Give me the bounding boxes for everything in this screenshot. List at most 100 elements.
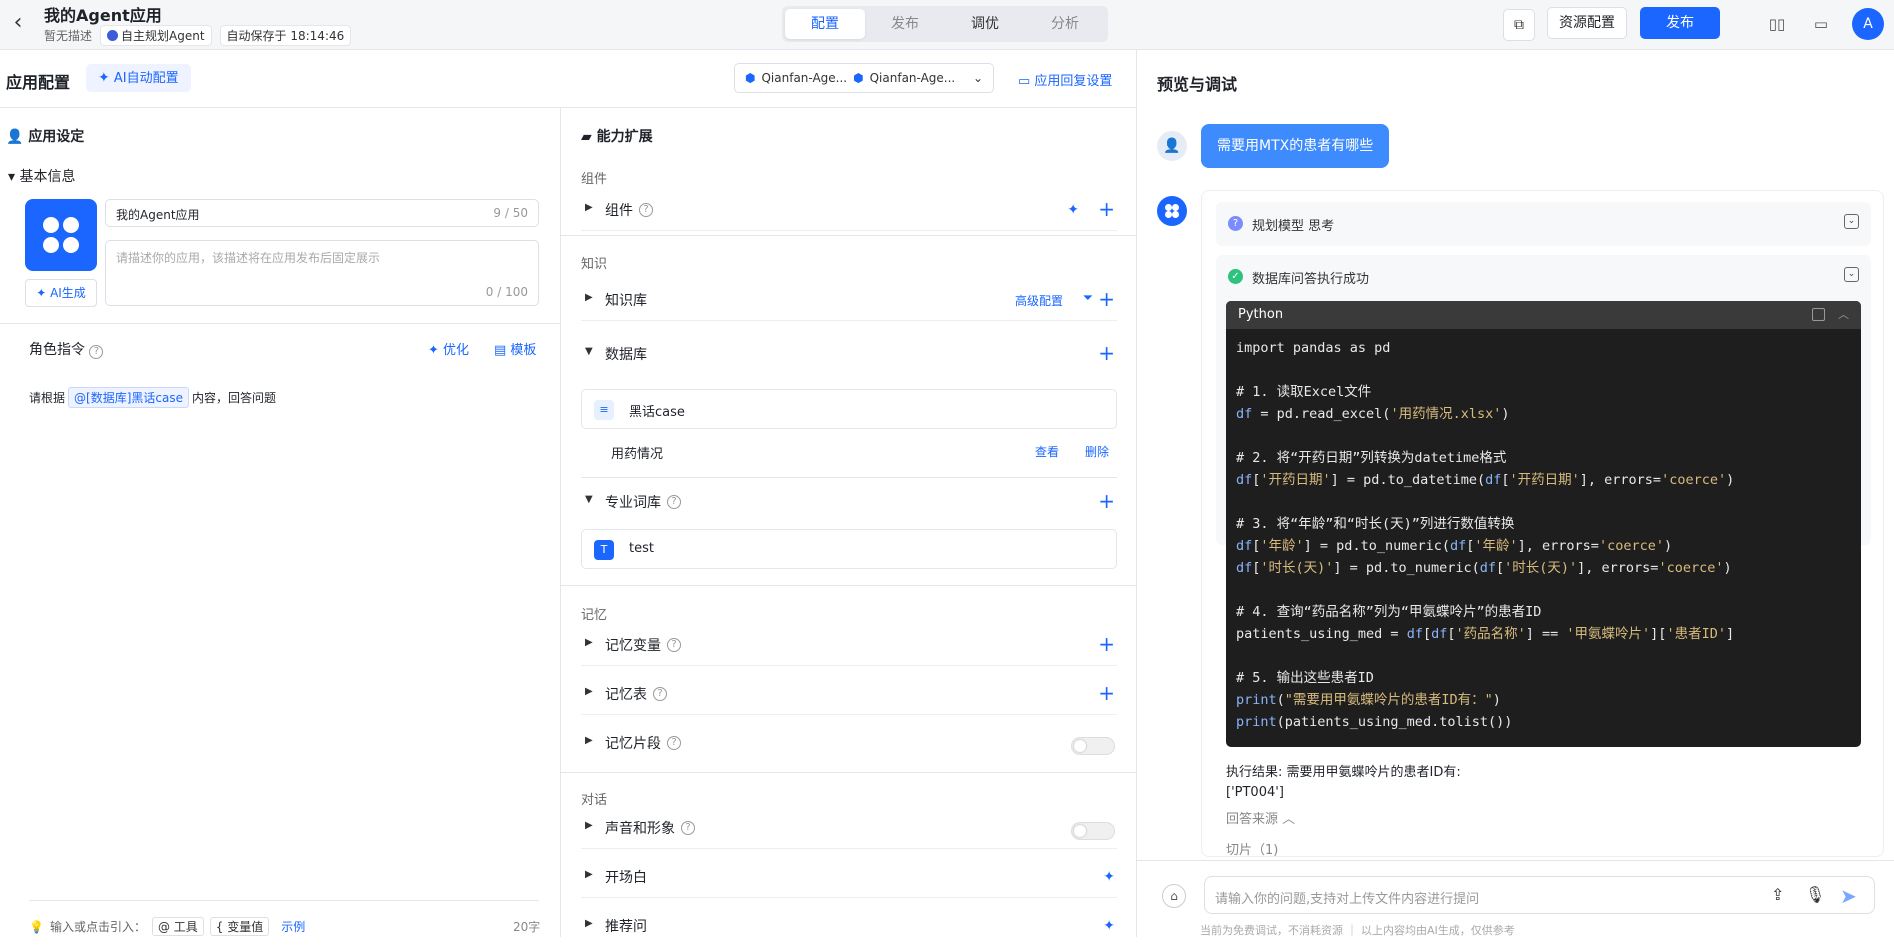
tab-config[interactable]: 配置 xyxy=(785,9,865,39)
role-instruction-editor[interactable]: 请根据 @[数据库]黑话case 内容，回答问题 xyxy=(29,387,276,408)
microphone-icon[interactable]: 🎙 xyxy=(1805,885,1825,904)
sparkle-icon[interactable]: ✦ xyxy=(1067,202,1079,218)
app-description-input[interactable]: 请描述你的应用，该描述将在应用发布后固定展示 0 / 100 xyxy=(105,240,539,306)
collapse-code-icon[interactable]: ︿ xyxy=(1838,301,1849,329)
help-icon[interactable]: ? xyxy=(681,821,695,835)
user-message: 需要用MTX的患者有哪些 xyxy=(1201,124,1390,168)
component-row[interactable]: ▶ 组件? ✦ + xyxy=(581,191,1117,231)
book-icon[interactable]: ▯▯ xyxy=(1767,14,1787,34)
basic-info-toggle[interactable]: ▾ 基本信息 xyxy=(8,166,75,186)
avatar[interactable]: A xyxy=(1852,8,1884,40)
section-divider xyxy=(0,323,560,324)
back-icon[interactable]: ‹ xyxy=(8,12,28,36)
model-select[interactable]: ⬢ Qianfan-Age... ⬢ Qianfan-Age... ⌄ xyxy=(734,63,994,93)
resource-config-button[interactable]: 资源配置 xyxy=(1547,7,1627,39)
app-settings-label: 应用设定 xyxy=(28,129,85,145)
tab-publish[interactable]: 发布 xyxy=(865,9,945,39)
example-link[interactable]: 示例 xyxy=(281,918,305,935)
help-icon[interactable]: ? xyxy=(667,638,681,652)
model-icon: ⬢ xyxy=(745,71,756,85)
section-divider xyxy=(561,235,1136,236)
database-mention[interactable]: @[数据库]黑话case xyxy=(68,387,189,408)
collapse-icon: ▼ xyxy=(585,346,593,357)
role-title-label: 角色指令 xyxy=(29,342,85,358)
help-icon[interactable]: ? xyxy=(639,203,653,217)
group-label-knowledge: 知识 xyxy=(581,257,608,272)
add-component-icon[interactable]: + xyxy=(1098,197,1115,221)
user-avatar-icon: 👤 xyxy=(1157,131,1187,161)
app-logo[interactable] xyxy=(25,199,97,271)
app-title: 我的Agent应用 xyxy=(44,6,162,25)
help-icon[interactable]: ? xyxy=(667,495,681,509)
database-row[interactable]: ▼ 数据库 + xyxy=(581,335,1117,375)
app-name-count: 9 / 50 xyxy=(493,206,528,220)
description-placeholder: 请描述你的应用，该描述将在应用发布后固定展示 xyxy=(116,251,381,265)
publish-button[interactable]: 发布 xyxy=(1640,7,1720,39)
tab-tuning[interactable]: 调优 xyxy=(945,9,1025,39)
add-memory-variable-icon[interactable]: + xyxy=(1098,632,1115,656)
upload-icon[interactable]: ⇪ xyxy=(1771,885,1784,904)
section-divider xyxy=(1137,860,1894,861)
help-icon[interactable]: ? xyxy=(89,345,104,359)
insert-tool-button[interactable]: @ 工具 xyxy=(151,917,204,936)
chevron-down-icon[interactable]: ⌄ xyxy=(1844,214,1859,229)
thinking-step[interactable]: ? 规划模型 思考 ⌄ xyxy=(1216,202,1871,246)
memory-variable-row[interactable]: ▶ 记忆变量? + xyxy=(581,626,1117,666)
chevron-down-icon[interactable]: ⌄ xyxy=(1844,267,1859,282)
add-glossary-icon[interactable]: + xyxy=(1098,489,1115,513)
filter-icon[interactable]: ⏷ xyxy=(1083,291,1093,306)
memory-table-row[interactable]: ▶ 记忆表? + xyxy=(581,675,1117,715)
database-card[interactable]: ≡ 黑话case xyxy=(581,389,1117,429)
role-suffix: 内容，回答问题 xyxy=(191,391,276,405)
app-name-input[interactable]: 我的Agent应用 9 / 50 xyxy=(105,199,539,227)
slice-count[interactable]: 切片（1) xyxy=(1226,839,1278,856)
add-database-icon[interactable]: + xyxy=(1098,341,1115,365)
tab-analysis[interactable]: 分析 xyxy=(1025,9,1105,39)
chevron-down-icon: ⌄ xyxy=(972,71,983,85)
view-table-link[interactable]: 查看 xyxy=(1035,443,1059,460)
voice-avatar-row[interactable]: ▶ 声音和形象? xyxy=(581,809,1117,849)
opening-row[interactable]: ▶ 开场白 ✦ xyxy=(581,858,1117,898)
delete-table-link[interactable]: 删除 xyxy=(1085,443,1109,460)
reply-settings-link[interactable]: ▭ 应用回复设置 xyxy=(1018,70,1112,89)
voice-toggle[interactable] xyxy=(1071,822,1115,840)
memory-snippet-toggle[interactable] xyxy=(1071,737,1115,755)
send-icon[interactable]: ➤ xyxy=(1840,884,1864,908)
glossary-row[interactable]: ▼ 专业词库? + xyxy=(581,483,1117,523)
copy-code-icon[interactable] xyxy=(1812,308,1825,321)
add-memory-table-icon[interactable]: + xyxy=(1098,681,1115,705)
advanced-config-link[interactable]: 高级配置 xyxy=(1015,292,1063,309)
chat-input[interactable]: 请输入你的问题,支持对上传文件内容进行提问 ⇪ 🎙 ➤ xyxy=(1204,876,1875,914)
code-header: Python ︿ xyxy=(1226,301,1861,329)
help-icon[interactable]: ? xyxy=(667,736,681,750)
sparkle-icon: ✦ xyxy=(98,70,110,86)
agent-type-label: 自主规划Agent xyxy=(121,29,205,43)
help-icon[interactable]: ? xyxy=(653,687,667,701)
feedback-icon[interactable]: ▭ xyxy=(1811,14,1831,34)
memory-snippet-row[interactable]: ▶ 记忆片段? xyxy=(581,724,1117,764)
template-button[interactable]: ▤ 模板 xyxy=(494,339,536,358)
sparkle-icon[interactable]: ✦ xyxy=(1103,918,1115,934)
insert-variable-button[interactable]: { 变量值 xyxy=(209,917,270,936)
voice-avatar-label: 声音和形象 xyxy=(605,821,675,837)
database-card-name: 黑话case xyxy=(629,405,685,420)
memory-snippet-label: 记忆片段 xyxy=(605,736,661,752)
plugin-icon: ▰ xyxy=(581,129,592,145)
ai-auto-config-button[interactable]: ✦ AI自动配置 xyxy=(86,64,191,92)
ai-generate-button[interactable]: ✦ AI生成 xyxy=(25,279,97,307)
sparkle-icon[interactable]: ✦ xyxy=(1103,869,1115,885)
suggested-questions-row[interactable]: ▶ 推荐问 ✦ xyxy=(581,907,1117,947)
code-block: Python ︿ import pandas as pd # 1. 读取Exce… xyxy=(1226,301,1861,747)
thinking-step-label: 规划模型 思考 xyxy=(1252,219,1335,234)
knowledge-base-row[interactable]: ▶ 知识库 高级配置 ⏷ + xyxy=(581,281,1117,321)
opening-label: 开场白 xyxy=(605,870,647,886)
glossary-card[interactable]: T test xyxy=(581,529,1117,569)
optimize-button[interactable]: ✦ 优化 xyxy=(428,339,469,358)
group-label-component: 组件 xyxy=(581,172,608,187)
clear-chat-icon[interactable]: ⌂ xyxy=(1162,884,1186,908)
answer-source-toggle[interactable]: 回答来源 ︿ xyxy=(1226,808,1295,827)
column-divider xyxy=(1136,50,1137,937)
group-label-dialog: 对话 xyxy=(581,793,608,808)
add-knowledge-icon[interactable]: + xyxy=(1098,287,1115,311)
copy-icon[interactable]: ⧉ xyxy=(1503,9,1535,41)
